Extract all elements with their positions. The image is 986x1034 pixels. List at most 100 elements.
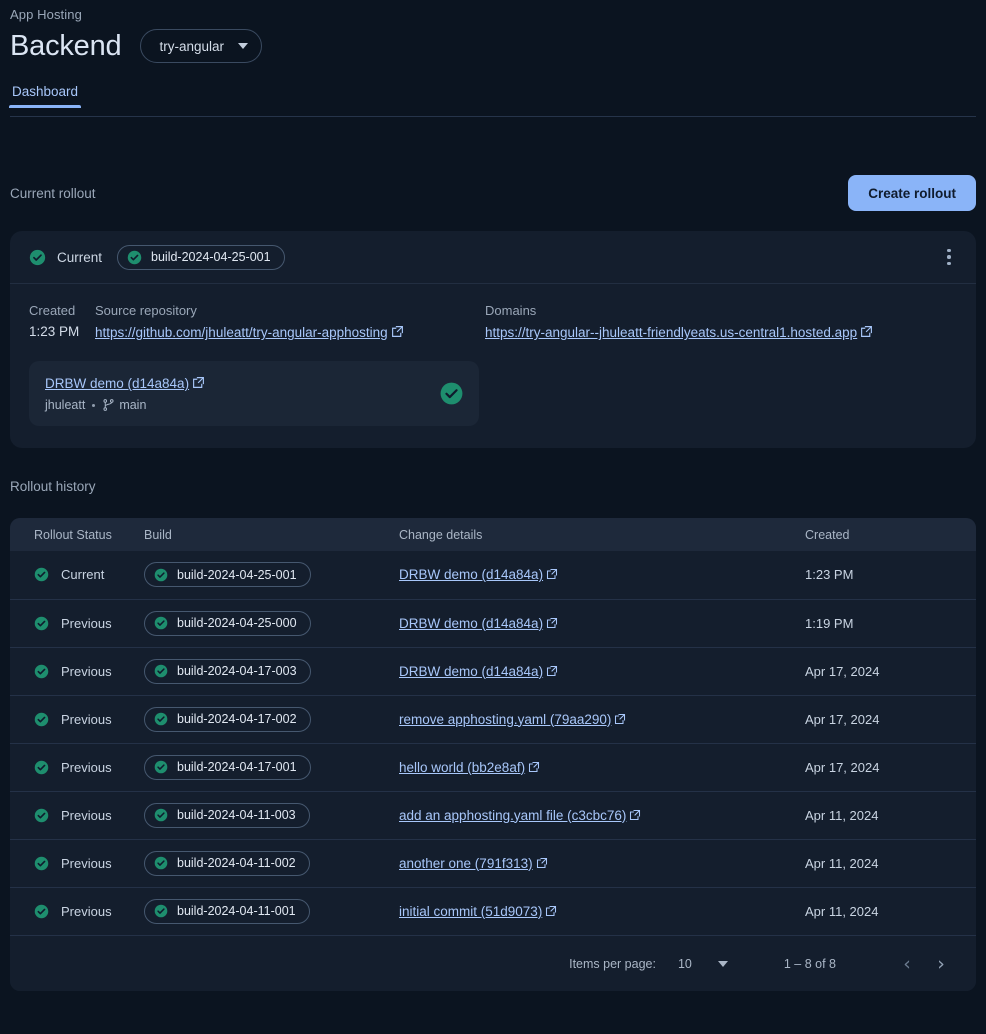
backend-selector-chip[interactable]: try-angular (140, 29, 262, 63)
rollout-status-label: Previous (61, 663, 112, 679)
build-pill[interactable]: build-2024-04-17-001 (144, 754, 311, 780)
cell-created: Apr 17, 2024 (791, 694, 976, 743)
created-value: Apr 17, 2024 (805, 663, 880, 679)
cell-build: build-2024-04-17-001 (130, 742, 385, 791)
rollout-status-label: Previous (61, 903, 112, 919)
rollout-status-label: Previous (61, 855, 112, 871)
change-details-link[interactable]: DRBW demo (d14a84a) (399, 664, 543, 679)
rollout-status-label: Previous (61, 807, 112, 823)
cell-change-details: DRBW demo (d14a84a) (385, 551, 791, 599)
cell-rollout-status: Previous (10, 694, 130, 743)
pagination-range-label: 1 – 8 of 8 (783, 956, 836, 971)
commit-summary-box: DRBW demo (d14a84a) jhuleatt main (29, 361, 479, 426)
created-value: Apr 11, 2024 (805, 903, 879, 919)
table-row[interactable]: Previous build-2024-04-17-003 DRBW demo (d… (10, 646, 976, 695)
build-pill[interactable]: build-2024-04-17-003 (144, 658, 311, 684)
check-circle-icon (34, 712, 49, 727)
current-rollout-card: Current build-2024-04-25-001 Created 1:2… (10, 231, 976, 448)
cell-rollout-status: Previous (10, 838, 130, 887)
check-circle-icon (154, 760, 168, 774)
rollout-history-title: Rollout history (10, 478, 96, 494)
commit-branch: main (119, 398, 147, 412)
change-details-link[interactable]: hello world (bb2e8af) (399, 760, 525, 775)
created-value: Apr 11, 2024 (805, 807, 879, 823)
build-pill[interactable]: build-2024-04-17-002 (144, 706, 311, 732)
build-pill[interactable]: build-2024-04-25-001 (144, 562, 311, 588)
created-meta: Created 1:23 PM (29, 303, 95, 342)
create-rollout-button[interactable]: Create rollout (848, 175, 976, 211)
check-circle-icon (154, 616, 168, 630)
build-pill[interactable]: build-2024-04-11-002 (144, 850, 310, 876)
chevron-left-icon[interactable]: ‹ (890, 947, 924, 981)
domain-link[interactable]: https://try-angular--jhuleatt-friendlyea… (485, 325, 857, 340)
external-link-icon (528, 761, 540, 773)
check-circle-icon (154, 808, 168, 822)
change-details-link[interactable]: another one (791f313) (399, 856, 533, 871)
backend-selector-label: try-angular (159, 38, 224, 54)
tab-dashboard-label: Dashboard (12, 84, 79, 99)
table-row[interactable]: Previous build-2024-04-17-001 hello world … (10, 742, 976, 791)
change-details-link[interactable]: DRBW demo (d14a84a) (399, 567, 543, 582)
source-repository-link[interactable]: https://github.com/jhuleatt/try-angular-… (95, 325, 388, 340)
table-row[interactable]: Previous build-2024-04-25-000 DRBW demo (d… (10, 598, 976, 647)
build-pill-label: build-2024-04-11-002 (177, 856, 296, 870)
cell-rollout-status: Previous (10, 742, 130, 791)
table-head: Rollout Status Build Change details Crea… (10, 518, 976, 551)
change-details-link[interactable]: DRBW demo (d14a84a) (399, 616, 543, 631)
created-value: Apr 17, 2024 (805, 759, 880, 775)
rollout-meta-row: Created 1:23 PM Source repository https:… (29, 303, 957, 342)
check-circle-icon (154, 712, 168, 726)
change-details-link[interactable]: add an apphosting.yaml file (c3cbc76) (399, 808, 626, 823)
cell-change-details: initial commit (51d9073) (385, 886, 791, 935)
current-build-pill[interactable]: build-2024-04-25-001 (117, 244, 285, 270)
check-circle-icon (34, 567, 49, 582)
chevron-down-icon (238, 43, 248, 49)
table-row[interactable]: Previous build-2024-04-11-003 add an appho… (10, 790, 976, 839)
commit-link[interactable]: DRBW demo (d14a84a) (45, 376, 189, 391)
rollout-status-label: Current (61, 567, 105, 583)
check-circle-icon (127, 250, 142, 265)
build-pill-label: build-2024-04-25-001 (177, 567, 297, 582)
check-circle-icon (34, 904, 49, 919)
cell-build: build-2024-04-25-000 (130, 598, 385, 647)
git-branch-icon (102, 398, 115, 412)
external-link-icon (536, 857, 548, 869)
table-row[interactable]: Previous build-2024-04-11-001 initial comm… (10, 886, 976, 935)
chevron-down-icon (717, 960, 728, 967)
change-details-link[interactable]: remove apphosting.yaml (79aa290) (399, 712, 611, 727)
cell-created: 1:19 PM (791, 598, 976, 647)
table-row[interactable]: Previous build-2024-04-11-002 another one … (10, 838, 976, 887)
cell-created: Apr 11, 2024 (791, 886, 976, 935)
external-link-icon (546, 617, 558, 629)
more-vertical-icon[interactable] (936, 244, 962, 270)
items-per-page-label: Items per page: (569, 956, 656, 971)
build-pill[interactable]: build-2024-04-11-001 (144, 898, 310, 924)
build-pill[interactable]: build-2024-04-25-000 (144, 610, 311, 636)
current-rollout-card-header: Current build-2024-04-25-001 (10, 231, 976, 284)
cell-change-details: another one (791f313) (385, 838, 791, 887)
check-circle-icon (34, 856, 49, 871)
commit-author: jhuleatt (45, 398, 86, 412)
change-details-link[interactable]: initial commit (51d9073) (399, 904, 542, 919)
cell-build: build-2024-04-11-003 (130, 790, 385, 839)
current-rollout-title: Current rollout (10, 185, 96, 201)
cell-build: build-2024-04-17-002 (130, 694, 385, 743)
current-rollout-status-label: Current (57, 249, 103, 265)
build-pill[interactable]: build-2024-04-11-003 (144, 802, 310, 828)
items-per-page-select[interactable]: 10 (678, 957, 728, 971)
check-circle-icon (34, 760, 49, 775)
build-pill-label: build-2024-04-17-002 (177, 712, 297, 726)
table-row[interactable]: Current build-2024-04-25-001 DRBW demo (d1… (10, 551, 976, 599)
cell-build: build-2024-04-11-001 (130, 886, 385, 935)
rollout-history-header: Rollout history (10, 474, 976, 498)
rollout-status-label: Previous (61, 711, 112, 727)
app-hosting-dashboard-page: App Hosting Backend try-angular Dashboar… (0, 0, 986, 1034)
cell-change-details: add an apphosting.yaml file (c3cbc76) (385, 790, 791, 839)
tab-dashboard[interactable]: Dashboard (8, 84, 82, 108)
table-row[interactable]: Previous build-2024-04-17-002 remove appho… (10, 694, 976, 743)
check-circle-icon (34, 664, 49, 679)
cell-change-details: remove apphosting.yaml (79aa290) (385, 694, 791, 743)
check-circle-icon (29, 249, 46, 266)
cell-rollout-status: Previous (10, 790, 130, 839)
chevron-right-icon[interactable]: › (924, 947, 958, 981)
